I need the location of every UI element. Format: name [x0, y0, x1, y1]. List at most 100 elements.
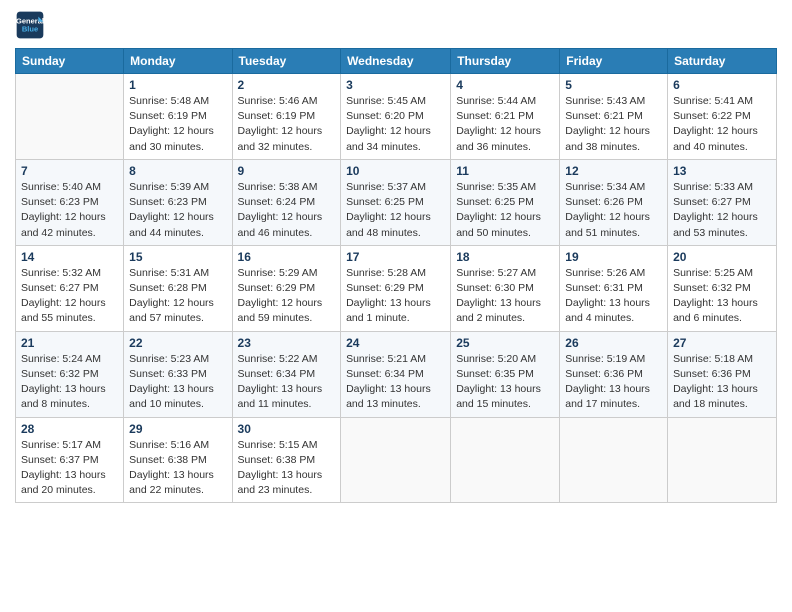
day-info: Sunrise: 5:33 AM Sunset: 6:27 PM Dayligh… [673, 180, 771, 241]
calendar-col-friday: Friday [560, 49, 668, 74]
day-number: 26 [565, 336, 662, 350]
day-number: 17 [346, 250, 445, 264]
day-number: 24 [346, 336, 445, 350]
calendar-week-row: 14 Sunrise: 5:32 AM Sunset: 6:27 PM Dayli… [16, 245, 777, 331]
day-info: Sunrise: 5:34 AM Sunset: 6:26 PM Dayligh… [565, 180, 662, 241]
day-info: Sunrise: 5:18 AM Sunset: 6:36 PM Dayligh… [673, 352, 771, 413]
calendar-week-row: 28 Sunrise: 5:17 AM Sunset: 6:37 PM Dayli… [16, 417, 777, 503]
calendar-cell: 1 Sunrise: 5:48 AM Sunset: 6:19 PM Daylig… [124, 74, 232, 160]
calendar-header-row: SundayMondayTuesdayWednesdayThursdayFrid… [16, 49, 777, 74]
day-info: Sunrise: 5:28 AM Sunset: 6:29 PM Dayligh… [346, 266, 445, 327]
day-info: Sunrise: 5:24 AM Sunset: 6:32 PM Dayligh… [21, 352, 118, 413]
calendar-col-tuesday: Tuesday [232, 49, 341, 74]
day-number: 14 [21, 250, 118, 264]
calendar-cell: 13 Sunrise: 5:33 AM Sunset: 6:27 PM Dayli… [668, 159, 777, 245]
day-info: Sunrise: 5:21 AM Sunset: 6:34 PM Dayligh… [346, 352, 445, 413]
day-info: Sunrise: 5:19 AM Sunset: 6:36 PM Dayligh… [565, 352, 662, 413]
day-number: 10 [346, 164, 445, 178]
day-number: 29 [129, 422, 226, 436]
day-info: Sunrise: 5:35 AM Sunset: 6:25 PM Dayligh… [456, 180, 554, 241]
calendar-cell: 4 Sunrise: 5:44 AM Sunset: 6:21 PM Daylig… [451, 74, 560, 160]
calendar-cell: 16 Sunrise: 5:29 AM Sunset: 6:29 PM Dayli… [232, 245, 341, 331]
day-info: Sunrise: 5:22 AM Sunset: 6:34 PM Dayligh… [238, 352, 336, 413]
day-number: 28 [21, 422, 118, 436]
day-number: 8 [129, 164, 226, 178]
calendar-cell: 3 Sunrise: 5:45 AM Sunset: 6:20 PM Daylig… [341, 74, 451, 160]
calendar-cell: 5Sunrise: 5:43 AM Sunset: 6:21 PM Daylig… [560, 74, 668, 160]
calendar-col-thursday: Thursday [451, 49, 560, 74]
logo: General Blue [15, 10, 49, 40]
day-number: 25 [456, 336, 554, 350]
calendar-cell: 14 Sunrise: 5:32 AM Sunset: 6:27 PM Dayli… [16, 245, 124, 331]
calendar-cell: 15 Sunrise: 5:31 AM Sunset: 6:28 PM Dayli… [124, 245, 232, 331]
calendar-cell: 23 Sunrise: 5:22 AM Sunset: 6:34 PM Dayli… [232, 331, 341, 417]
day-number: 20 [673, 250, 771, 264]
calendar-cell [668, 417, 777, 503]
day-number: 3 [346, 78, 445, 92]
day-number: 15 [129, 250, 226, 264]
calendar-cell: 18 Sunrise: 5:27 AM Sunset: 6:30 PM Dayli… [451, 245, 560, 331]
calendar-cell: 2 Sunrise: 5:46 AM Sunset: 6:19 PM Daylig… [232, 74, 341, 160]
calendar-cell: 28 Sunrise: 5:17 AM Sunset: 6:37 PM Dayli… [16, 417, 124, 503]
calendar-table: SundayMondayTuesdayWednesdayThursdayFrid… [15, 48, 777, 503]
calendar-cell [451, 417, 560, 503]
page-container: General Blue SundayMondayTuesdayWednesda… [0, 0, 792, 513]
calendar-cell: 20 Sunrise: 5:25 AM Sunset: 6:32 PM Dayli… [668, 245, 777, 331]
calendar-col-saturday: Saturday [668, 49, 777, 74]
calendar-cell: 24 Sunrise: 5:21 AM Sunset: 6:34 PM Dayli… [341, 331, 451, 417]
calendar-cell [560, 417, 668, 503]
day-number: 1 [129, 78, 226, 92]
calendar-cell: 27 Sunrise: 5:18 AM Sunset: 6:36 PM Dayli… [668, 331, 777, 417]
logo-icon: General Blue [15, 10, 45, 40]
day-number: 19 [565, 250, 662, 264]
calendar-week-row: 21Sunrise: 5:24 AM Sunset: 6:32 PM Dayli… [16, 331, 777, 417]
day-info: Sunrise: 5:20 AM Sunset: 6:35 PM Dayligh… [456, 352, 554, 413]
header: General Blue [15, 10, 777, 40]
day-info: Sunrise: 5:16 AM Sunset: 6:38 PM Dayligh… [129, 438, 226, 499]
day-info: Sunrise: 5:15 AM Sunset: 6:38 PM Dayligh… [238, 438, 336, 499]
day-info: Sunrise: 5:37 AM Sunset: 6:25 PM Dayligh… [346, 180, 445, 241]
day-number: 22 [129, 336, 226, 350]
day-info: Sunrise: 5:46 AM Sunset: 6:19 PM Dayligh… [238, 94, 336, 155]
day-info: Sunrise: 5:39 AM Sunset: 6:23 PM Dayligh… [129, 180, 226, 241]
day-number: 23 [238, 336, 336, 350]
day-info: Sunrise: 5:44 AM Sunset: 6:21 PM Dayligh… [456, 94, 554, 155]
day-info: Sunrise: 5:27 AM Sunset: 6:30 PM Dayligh… [456, 266, 554, 327]
calendar-cell [341, 417, 451, 503]
calendar-col-monday: Monday [124, 49, 232, 74]
calendar-col-sunday: Sunday [16, 49, 124, 74]
calendar-cell: 26 Sunrise: 5:19 AM Sunset: 6:36 PM Dayli… [560, 331, 668, 417]
day-info: Sunrise: 5:26 AM Sunset: 6:31 PM Dayligh… [565, 266, 662, 327]
day-number: 27 [673, 336, 771, 350]
calendar-cell: 29 Sunrise: 5:16 AM Sunset: 6:38 PM Dayli… [124, 417, 232, 503]
day-info: Sunrise: 5:45 AM Sunset: 6:20 PM Dayligh… [346, 94, 445, 155]
calendar-week-row: 1 Sunrise: 5:48 AM Sunset: 6:19 PM Daylig… [16, 74, 777, 160]
day-number: 18 [456, 250, 554, 264]
day-info: Sunrise: 5:32 AM Sunset: 6:27 PM Dayligh… [21, 266, 118, 327]
calendar-cell: 22Sunrise: 5:23 AM Sunset: 6:33 PM Dayli… [124, 331, 232, 417]
day-number: 9 [238, 164, 336, 178]
calendar-cell: 21Sunrise: 5:24 AM Sunset: 6:32 PM Dayli… [16, 331, 124, 417]
day-number: 2 [238, 78, 336, 92]
day-info: Sunrise: 5:40 AM Sunset: 6:23 PM Dayligh… [21, 180, 118, 241]
day-info: Sunrise: 5:48 AM Sunset: 6:19 PM Dayligh… [129, 94, 226, 155]
day-number: 4 [456, 78, 554, 92]
calendar-cell: 25 Sunrise: 5:20 AM Sunset: 6:35 PM Dayli… [451, 331, 560, 417]
calendar-week-row: 7Sunrise: 5:40 AM Sunset: 6:23 PM Daylig… [16, 159, 777, 245]
day-info: Sunrise: 5:29 AM Sunset: 6:29 PM Dayligh… [238, 266, 336, 327]
day-info: Sunrise: 5:17 AM Sunset: 6:37 PM Dayligh… [21, 438, 118, 499]
day-info: Sunrise: 5:25 AM Sunset: 6:32 PM Dayligh… [673, 266, 771, 327]
day-info: Sunrise: 5:41 AM Sunset: 6:22 PM Dayligh… [673, 94, 771, 155]
svg-text:Blue: Blue [22, 25, 38, 34]
day-number: 6 [673, 78, 771, 92]
calendar-cell [16, 74, 124, 160]
day-number: 13 [673, 164, 771, 178]
calendar-cell: 11Sunrise: 5:35 AM Sunset: 6:25 PM Dayli… [451, 159, 560, 245]
calendar-cell: 9Sunrise: 5:38 AM Sunset: 6:24 PM Daylig… [232, 159, 341, 245]
day-number: 16 [238, 250, 336, 264]
calendar-cell: 10 Sunrise: 5:37 AM Sunset: 6:25 PM Dayli… [341, 159, 451, 245]
day-number: 5 [565, 78, 662, 92]
day-number: 12 [565, 164, 662, 178]
day-info: Sunrise: 5:31 AM Sunset: 6:28 PM Dayligh… [129, 266, 226, 327]
day-number: 30 [238, 422, 336, 436]
